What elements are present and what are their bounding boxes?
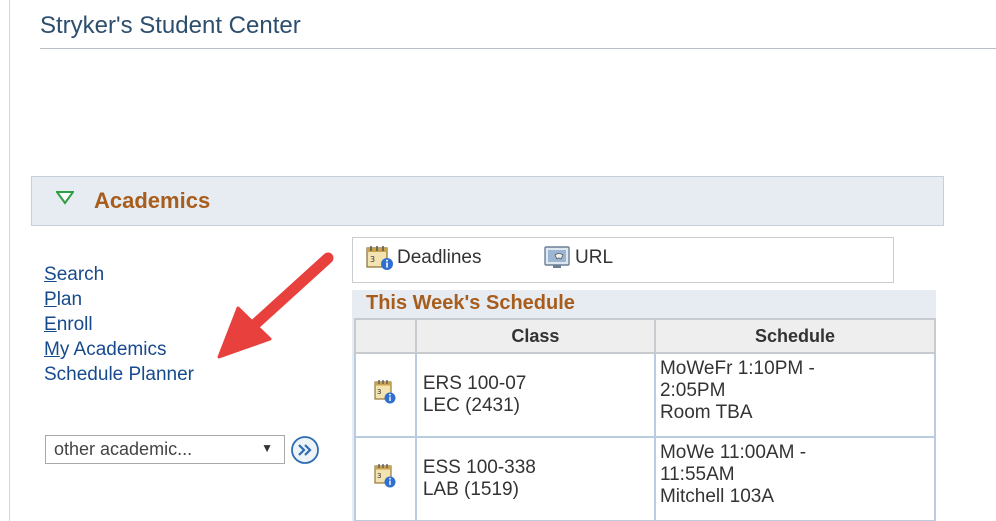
class-cell: ESS 100-338 LAB (1519) (414, 436, 656, 521)
column-header-schedule: Schedule (653, 318, 936, 354)
schedule-cell: MoWeFr 1:10PM - 2:05PM Room TBA (653, 352, 936, 438)
schedule-cell: MoWe 11:00AM - 11:55AM Mitchell 103A (653, 436, 936, 521)
search-link[interactable]: Search (44, 262, 194, 287)
schedule-header-row: Class Schedule (354, 318, 936, 354)
academics-section-header[interactable]: Academics (31, 176, 944, 226)
column-header-icon (354, 318, 417, 354)
class-section: ERS 100-07 (422, 373, 527, 394)
quick-links-box: 3 Deadlines URL (352, 237, 894, 283)
row-icon-cell[interactable]: 3 (354, 352, 417, 438)
triangle-down-icon[interactable] (56, 191, 74, 205)
academics-nav: Search Plan Enroll My Academics Schedule… (44, 262, 194, 387)
schedule-title: This Week's Schedule (366, 292, 575, 314)
column-header-class: Class (414, 318, 656, 354)
class-detail-icon[interactable]: 3 (373, 463, 397, 489)
schedule-table: Class Schedule 3 ERS 100-07 LEC (2431) M… (354, 318, 936, 521)
schedule-planner-link[interactable]: Schedule Planner (44, 362, 194, 387)
meeting-end: 11:55AM (659, 464, 735, 485)
title-divider (40, 48, 996, 49)
weekly-schedule-panel: This Week's Schedule Class Schedule 3 ER… (352, 290, 936, 521)
url-link[interactable]: URL (543, 245, 613, 271)
academics-title: Academics (94, 188, 211, 213)
left-border (9, 0, 10, 521)
svg-text:3: 3 (370, 255, 375, 264)
class-component: LEC (2431) (422, 395, 520, 416)
other-academic-select[interactable]: other academic... ▼ (45, 435, 285, 464)
my-academics-link[interactable]: My Academics (44, 337, 194, 362)
url-link-icon (544, 246, 570, 268)
meeting-days: MoWeFr 1:10PM - (659, 358, 815, 379)
class-detail-icon[interactable]: 3 (373, 379, 397, 405)
meeting-end: 2:05PM (659, 380, 726, 401)
other-academic-value: other academic... (54, 439, 193, 459)
url-label: URL (575, 247, 614, 268)
class-section: ESS 100-338 (422, 457, 536, 478)
meeting-days: MoWe 11:00AM - (659, 442, 807, 463)
table-row: 3 ESS 100-338 LAB (1519) MoWe 11:00AM - … (354, 436, 936, 521)
deadlines-label: Deadlines (397, 247, 482, 268)
row-icon-cell[interactable]: 3 (354, 436, 417, 521)
dropdown-arrow-icon: ▼ (261, 441, 273, 455)
svg-text:3: 3 (377, 388, 381, 396)
meeting-room: Room TBA (659, 402, 753, 423)
table-row: 3 ERS 100-07 LEC (2431) MoWeFr 1:10PM - … (354, 352, 936, 438)
page-title: Stryker's Student Center (40, 12, 301, 39)
enroll-link[interactable]: Enroll (44, 312, 194, 337)
svg-text:3: 3 (377, 472, 381, 480)
double-chevron-right-icon[interactable] (290, 435, 320, 465)
calendar-info-icon: 3 (366, 246, 393, 270)
class-cell: ERS 100-07 LEC (2431) (414, 352, 656, 438)
meeting-room: Mitchell 103A (659, 486, 775, 507)
plan-link[interactable]: Plan (44, 287, 194, 312)
class-component: LAB (1519) (422, 479, 519, 500)
deadlines-link[interactable]: 3 Deadlines (365, 245, 482, 271)
